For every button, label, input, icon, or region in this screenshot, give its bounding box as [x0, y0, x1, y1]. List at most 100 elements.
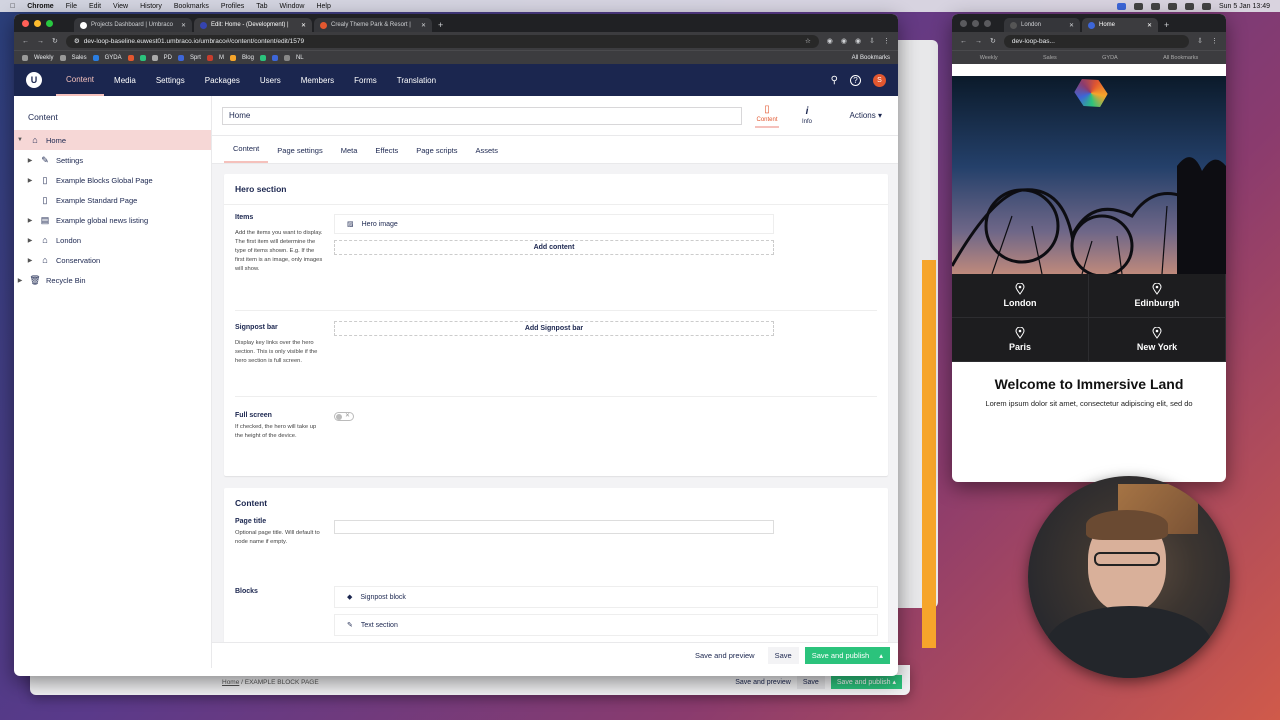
bookmark-item[interactable]: PD [164, 55, 172, 61]
tab-content[interactable]: Content [224, 144, 269, 163]
browser-tab[interactable]: London ✕ [1004, 18, 1080, 32]
section-translation[interactable]: Translation [387, 64, 446, 96]
back-icon[interactable]: ← [22, 38, 29, 45]
section-packages[interactable]: Packages [195, 64, 250, 96]
all-bookmarks[interactable]: All Bookmarks [852, 55, 890, 61]
close-tab-icon[interactable]: ✕ [181, 22, 186, 29]
forward-icon[interactable]: → [975, 38, 982, 45]
actions-menu[interactable]: Actions ▾ [850, 111, 888, 120]
caret-right-icon[interactable]: ▶ [26, 157, 34, 164]
zoom-window-button[interactable] [984, 20, 991, 27]
caret-up-icon[interactable]: ▴ [879, 651, 883, 660]
block-text-section[interactable]: ✎ Text section [334, 614, 878, 636]
tree-item-news-listing[interactable]: ▶ ▤ Example global news listing [14, 210, 211, 230]
menu-profiles[interactable]: Profiles [221, 3, 244, 10]
battery-icon[interactable] [1185, 2, 1194, 10]
tree-item-settings[interactable]: ▶ ✎ Settings [14, 150, 211, 170]
caret-right-icon[interactable]: ▶ [16, 277, 24, 284]
app-content[interactable]: ▯ Content [754, 104, 780, 128]
tree-item-conservation[interactable]: ▶ ⌂ Conservation [14, 250, 211, 270]
menu-app-name[interactable]: Chrome [27, 3, 53, 10]
site-info-icon[interactable]: ⚙ [74, 37, 80, 45]
section-settings[interactable]: Settings [146, 64, 195, 96]
save-button[interactable]: Save [767, 647, 799, 664]
caret-right-icon[interactable]: ▶ [26, 177, 34, 184]
new-tab-button[interactable]: + [1160, 20, 1173, 32]
close-tab-icon[interactable]: ✕ [301, 22, 306, 29]
save-publish-button[interactable]: Save and publish ▴ [804, 647, 890, 664]
tree-item-london[interactable]: ▶ ⌂ London [14, 230, 211, 250]
tab-effects[interactable]: Effects [366, 146, 407, 163]
city-link-new-york[interactable]: New York [1089, 318, 1226, 362]
status-icon[interactable] [1151, 2, 1160, 10]
reload-icon[interactable]: ↻ [990, 37, 996, 45]
tree-header[interactable]: Content [14, 96, 211, 130]
close-tab-icon[interactable]: ✕ [1069, 22, 1074, 29]
extension-icon[interactable]: ◉ [841, 37, 847, 45]
save-publish-button[interactable]: Save and publish ▴ [830, 675, 902, 689]
minimize-window-button[interactable] [34, 20, 41, 27]
bookmark-item[interactable]: M [219, 55, 224, 61]
block-signpost[interactable]: ◆ Signpost block [334, 586, 878, 608]
section-forms[interactable]: Forms [344, 64, 387, 96]
city-link-paris[interactable]: Paris [952, 318, 1089, 362]
menu-dots-icon[interactable]: ⋮ [1211, 37, 1218, 45]
address-bar[interactable]: ⚙ dev-loop-baseline.euwest01.umbraco.io/u… [65, 34, 819, 48]
tab-assets[interactable]: Assets [467, 146, 508, 163]
bookmark-item[interactable]: GYDA [1102, 55, 1118, 61]
bookmark-item[interactable]: GYDA [105, 55, 122, 61]
section-users[interactable]: Users [250, 64, 291, 96]
caret-right-icon[interactable]: ▶ [26, 217, 34, 224]
minimize-window-button[interactable] [972, 20, 979, 27]
block-hero-image[interactable]: ▨ Hero image [334, 214, 774, 234]
caret-right-icon[interactable]: ▶ [26, 237, 34, 244]
tree-item-standard-page[interactable]: ▯ Example Standard Page [14, 190, 211, 210]
add-signpost-button[interactable]: Add Signpost bar [334, 321, 774, 336]
section-content[interactable]: Content [56, 64, 105, 96]
search-icon[interactable] [1202, 2, 1211, 10]
forward-icon[interactable]: → [37, 38, 44, 45]
tree-item-home[interactable]: ▼ ⌂ Home [14, 130, 211, 150]
menu-edit[interactable]: Edit [89, 3, 101, 10]
tree-item-recycle-bin[interactable]: ▶ 🗑 Recycle Bin [14, 270, 211, 290]
city-link-london[interactable]: London [952, 274, 1089, 318]
close-window-button[interactable] [22, 20, 29, 27]
bookmark-item[interactable]: Sales [72, 55, 87, 61]
menu-dots-icon[interactable]: ⋮ [883, 37, 890, 45]
reload-icon[interactable]: ↻ [52, 37, 58, 45]
close-window-button[interactable] [960, 20, 967, 27]
help-icon[interactable]: ? [850, 74, 861, 86]
download-icon[interactable]: ⇩ [1197, 37, 1203, 45]
new-tab-button[interactable]: + [434, 20, 447, 32]
extension-icon[interactable]: ◉ [827, 37, 833, 45]
caret-down-icon[interactable]: ▼ [16, 137, 24, 143]
bookmark-item[interactable]: Sales [1043, 55, 1057, 61]
browser-tab-active[interactable]: Edit: Home - (Development) | ✕ [194, 18, 312, 32]
section-media[interactable]: Media [104, 64, 146, 96]
bookmark-item[interactable]: Weekly [980, 55, 998, 61]
menu-tab[interactable]: Tab [256, 3, 267, 10]
menu-file[interactable]: File [66, 3, 77, 10]
bookmark-item[interactable]: Sprt [190, 55, 201, 61]
tab-page-settings[interactable]: Page settings [268, 146, 331, 163]
menu-bookmarks[interactable]: Bookmarks [174, 3, 209, 10]
save-button[interactable]: Save [796, 675, 825, 689]
browser-tab[interactable]: Crealy Theme Park & Resort | ✕ [314, 18, 432, 32]
apple-icon[interactable]:  [10, 3, 15, 10]
bookmark-item[interactable]: Weekly [34, 55, 54, 61]
city-link-edinburgh[interactable]: Edinburgh [1089, 274, 1226, 318]
menu-view[interactable]: View [113, 3, 128, 10]
section-members[interactable]: Members [291, 64, 344, 96]
address-bar[interactable]: dev-loop-bas... [1003, 34, 1190, 48]
tab-page-scripts[interactable]: Page scripts [407, 146, 466, 163]
menu-window[interactable]: Window [280, 3, 305, 10]
back-icon[interactable]: ← [960, 38, 967, 45]
browser-tab[interactable]: Projects Dashboard | Umbraco ✕ [74, 18, 192, 32]
tree-item-blocks-global[interactable]: ▶ ▯ Example Blocks Global Page [14, 170, 211, 190]
add-content-button[interactable]: Add content [334, 240, 774, 255]
bookmark-item[interactable]: NL [296, 55, 304, 61]
browser-tab-active[interactable]: Home ✕ [1082, 18, 1158, 32]
breadcrumb-home[interactable]: Home [222, 679, 239, 686]
app-info[interactable]: i Info [794, 106, 820, 125]
tab-meta[interactable]: Meta [332, 146, 367, 163]
